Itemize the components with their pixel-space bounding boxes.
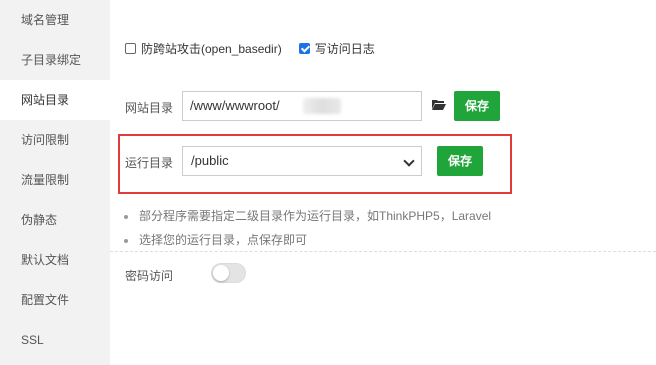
sidebar-item-config-file[interactable]: 配置文件 [0, 280, 110, 320]
tip-item: 部分程序需要指定二级目录作为运行目录，如ThinkPHP5，Laravel [124, 207, 491, 224]
access-log-checkbox[interactable] [298, 42, 310, 54]
tip-item: 选择您的运行目录，点保存即可 [124, 231, 307, 248]
run-dir-selected-value: /public [191, 153, 229, 168]
tip-text: 部分程序需要指定二级目录作为运行目录，如ThinkPHP5，Laravel [139, 209, 492, 223]
sidebar-item-subdirectory-binding[interactable]: 子目录绑定 [0, 40, 110, 80]
options-row: 防跨站攻击(open_basedir) 写访问日志 [125, 40, 375, 56]
sidebar-item-default-document[interactable]: 默认文档 [0, 240, 110, 280]
bullet-icon [124, 238, 128, 243]
open-basedir-label[interactable]: 防跨站攻击(open_basedir) [141, 40, 282, 57]
chevron-down-icon [403, 155, 415, 167]
password-access-label: 密码访问 [125, 269, 174, 283]
sidebar-item-ssl[interactable]: SSL [0, 320, 110, 360]
redacted-path [303, 98, 341, 114]
run-dir-select[interactable]: /public [182, 146, 422, 176]
sidebar-item-access-restriction[interactable]: 访问限制 [0, 120, 110, 160]
bullet-icon [124, 214, 128, 219]
sidebar-item-traffic-limit[interactable]: 流量限制 [0, 160, 110, 200]
tip-text: 选择您的运行目录，点保存即可 [139, 233, 308, 247]
run-dir-label: 运行目录 [125, 156, 174, 170]
sidebar-item-rewrite[interactable]: 伪静态 [0, 200, 110, 240]
run-dir-save-button[interactable]: 保存 [437, 146, 483, 176]
sidebar-item-domain-management[interactable]: 域名管理 [0, 0, 110, 40]
sidebar-item-site-directory[interactable]: 网站目录 [0, 80, 110, 120]
site-dir-label: 网站目录 [125, 101, 174, 115]
open-basedir-checkbox[interactable] [125, 42, 136, 54]
sidebar: 域名管理 子目录绑定 网站目录 访问限制 流量限制 伪静态 默认文档 配置文件 … [0, 0, 110, 365]
main-panel: 防跨站攻击(open_basedir) 写访问日志 网站目录 /www/wwwr… [110, 0, 656, 365]
toggle-knob [213, 265, 229, 281]
site-dir-save-button[interactable]: 保存 [454, 91, 500, 121]
site-dir-input[interactable]: /www/wwwroot/ [182, 91, 422, 121]
divider [110, 251, 656, 252]
access-log-label[interactable]: 写访问日志 [315, 40, 375, 57]
password-access-toggle[interactable] [211, 263, 246, 283]
folder-open-icon[interactable] [432, 99, 446, 110]
